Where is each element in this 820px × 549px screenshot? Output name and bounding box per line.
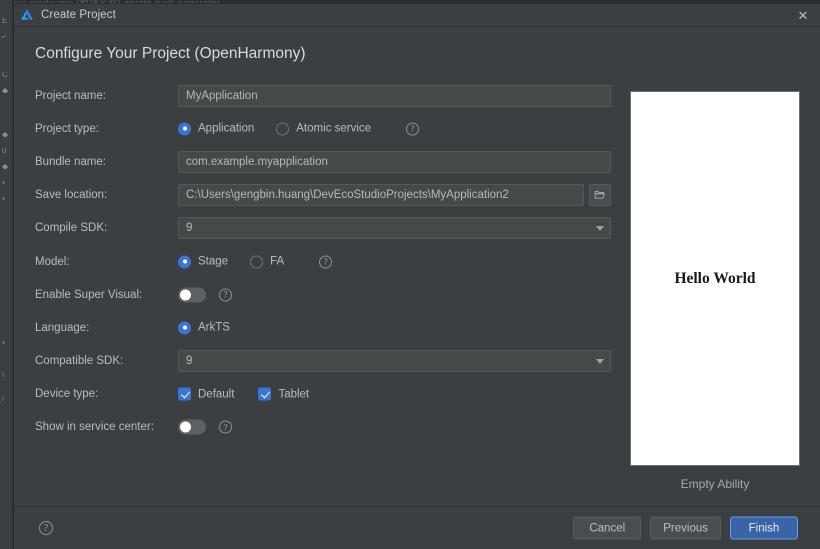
finish-button[interactable]: Finish	[730, 516, 798, 540]
radio-stage[interactable]: Stage	[178, 255, 229, 269]
chevron-down-icon	[596, 225, 604, 231]
checkbox-tablet-label: Tablet	[278, 388, 310, 401]
form-row-project-name: Project name: MyApplication	[35, 79, 615, 112]
form-row-show-in-service-center: Show in service center: ?	[35, 411, 615, 444]
template-preview: Hello World Empty Ability	[630, 91, 800, 491]
radio-arkts-label: ArkTS	[198, 321, 230, 334]
ide-gutter-mark: |	[2, 396, 5, 401]
label-save-location: Save location:	[35, 189, 108, 202]
label-device-type: Device type:	[35, 388, 99, 401]
preview-caption: Empty Ability	[680, 477, 750, 491]
label-model: Model:	[35, 255, 70, 268]
checkbox-tablet-icon	[258, 387, 272, 401]
toggle-knob	[180, 421, 191, 433]
enable-super-visual-toggle[interactable]	[178, 287, 206, 303]
radio-stage-icon	[178, 255, 191, 269]
radio-fa-label: FA	[270, 255, 285, 268]
help-icon[interactable]: ?	[39, 521, 53, 535]
radio-application-label: Application	[198, 122, 255, 135]
checkbox-default[interactable]: Default	[178, 387, 235, 401]
ide-gutter-mark: ◆	[2, 164, 9, 169]
compile-sdk-select[interactable]: 9	[178, 217, 611, 240]
radio-arkts-icon	[178, 321, 191, 335]
ide-gutter-mark: \	[2, 372, 5, 377]
toggle-knob	[180, 289, 191, 301]
folder-open-glyph	[594, 191, 605, 199]
footer-button-group: Cancel Previous Finish	[573, 516, 798, 540]
label-project-name: Project name:	[35, 89, 106, 102]
label-bundle-name: Bundle name:	[35, 155, 106, 168]
folder-open-icon[interactable]	[589, 184, 611, 207]
form-row-compatible-sdk: Compatible SDK: 9	[35, 345, 615, 378]
radio-atomic-service[interactable]: Atomic service	[276, 122, 372, 136]
radio-arkts[interactable]: ArkTS	[178, 321, 230, 335]
form-row-language: Language: ArkTS	[35, 311, 615, 344]
compatible-sdk-value: 9	[186, 355, 193, 368]
compile-sdk-value: 9	[186, 222, 193, 235]
form-row-project-type: Project type: Application Atomic service…	[35, 112, 615, 145]
label-enable-super-visual: Enable Super Visual:	[35, 288, 143, 301]
model-radio-group: Stage FA	[178, 255, 306, 269]
ide-gutter-mark: ◆	[2, 132, 9, 137]
radio-atomic-service-icon	[276, 122, 290, 136]
form-row-compile-sdk: Compile SDK: 9	[35, 212, 615, 245]
radio-application-icon	[178, 122, 191, 136]
form-row-save-location: Save location: C:\Users\gengbin.huang\De…	[35, 179, 615, 212]
ide-gutter-mark: ◆	[2, 88, 9, 93]
ide-gutter-mark: ▪	[2, 196, 5, 201]
close-icon[interactable]: ✕	[786, 4, 820, 27]
preview-device-screen: Hello World	[630, 91, 800, 466]
cancel-button[interactable]: Cancel	[573, 516, 642, 540]
save-location-input[interactable]: C:\Users\gengbin.huang\DevEcoStudioProje…	[178, 184, 584, 207]
form-row-model: Model: Stage FA ?	[35, 245, 615, 278]
ide-gutter-mark: ▪	[2, 180, 5, 185]
radio-application[interactable]: Application	[178, 122, 255, 136]
label-compatible-sdk: Compatible SDK:	[35, 355, 124, 368]
ide-left-gutter: E ⌐ C ◆ ◆ 0 ◆ ▪ ▪ ▪ \ |	[0, 0, 13, 549]
checkbox-default-label: Default	[198, 388, 235, 401]
ide-gutter-mark: ⌐	[2, 34, 7, 39]
deveco-logo-icon	[21, 9, 33, 20]
checkbox-tablet[interactable]: Tablet	[258, 387, 310, 401]
chevron-down-icon	[596, 358, 604, 364]
label-compile-sdk: Compile SDK:	[35, 222, 108, 235]
radio-stage-label: Stage	[198, 255, 229, 268]
ide-gutter-mark: 0	[2, 148, 7, 153]
help-icon[interactable]: ?	[219, 420, 232, 434]
radio-fa-icon	[250, 255, 264, 269]
form-row-enable-super-visual: Enable Super Visual: ?	[35, 278, 615, 311]
help-icon[interactable]: ?	[219, 288, 232, 302]
device-type-checkbox-group: Default Tablet	[178, 387, 333, 401]
show-in-service-center-toggle[interactable]	[178, 419, 206, 435]
project-name-input[interactable]: MyApplication	[178, 84, 611, 107]
ide-gutter-mark: E	[2, 18, 8, 23]
label-project-type: Project type:	[35, 122, 99, 135]
dialog-title: Create Project	[41, 9, 116, 21]
dialog-titlebar: Create Project ✕	[14, 4, 820, 27]
checkbox-default-icon	[178, 387, 191, 401]
radio-atomic-service-label: Atomic service	[296, 122, 372, 135]
dialog-body: Configure Your Project (OpenHarmony) Pro…	[14, 27, 820, 506]
create-project-dialog: Create Project ✕ Configure Your Project …	[13, 3, 820, 549]
dialog-footer: ? Cancel Previous Finish	[14, 506, 820, 549]
bundle-name-input[interactable]: com.example.myapplication	[178, 150, 611, 173]
preview-screen-text: Hello World	[674, 269, 756, 287]
ide-gutter-mark: C	[2, 72, 8, 77]
form-row-device-type: Device type: Default Tablet	[35, 378, 615, 411]
project-config-form: Project name: MyApplication Project type…	[35, 79, 615, 444]
previous-button[interactable]: Previous	[650, 516, 721, 540]
language-radio-group: ArkTS	[178, 321, 252, 335]
compatible-sdk-select[interactable]: 9	[178, 350, 611, 373]
label-show-in-service-center: Show in service center:	[35, 421, 154, 434]
ide-gutter-mark: ▪	[2, 340, 5, 345]
help-icon[interactable]: ?	[406, 122, 420, 136]
form-row-bundle-name: Bundle name: com.example.myapplication	[35, 145, 615, 178]
page-title: Configure Your Project (OpenHarmony)	[35, 45, 306, 62]
project-type-radio-group: Application Atomic service	[178, 122, 393, 136]
radio-fa[interactable]: FA	[250, 255, 285, 269]
label-language: Language:	[35, 321, 90, 334]
help-icon[interactable]: ?	[319, 255, 333, 269]
